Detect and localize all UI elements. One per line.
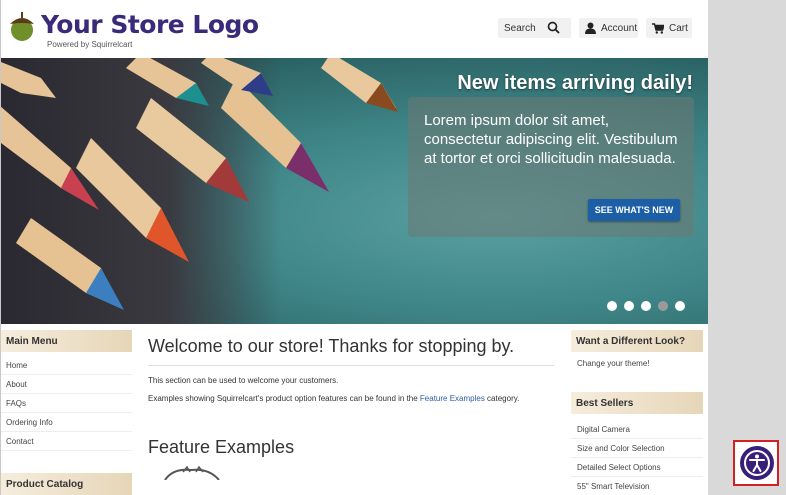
hero-slider[interactable]: New items arriving daily! Lorem ipsum do…: [1, 58, 708, 324]
product-thumbnail[interactable]: [163, 466, 223, 480]
accessibility-icon: [744, 450, 770, 476]
cart-button[interactable]: Cart: [646, 18, 692, 38]
hero-caption-box: Lorem ipsum dolor sit amet, consectetur …: [408, 97, 694, 237]
slider-dot[interactable]: [624, 301, 634, 311]
slider-dot[interactable]: [607, 301, 617, 311]
menu-item-faqs[interactable]: FAQs: [1, 394, 132, 413]
header: Your Store Logo Powered by Squirrelcart …: [1, 0, 708, 58]
welcome-text: This section can be used to welcome your…: [148, 376, 339, 385]
logo-title: Your Store Logo: [41, 10, 259, 39]
cart-icon: [652, 22, 664, 34]
feature-info-after: category.: [484, 394, 520, 403]
accessibility-widget-highlight: [733, 440, 779, 486]
colored-pencils-image: [1, 58, 398, 310]
store-logo[interactable]: Your Store Logo Powered by Squirrelcart: [7, 8, 259, 50]
search-input[interactable]: Search: [498, 18, 571, 38]
hero-title: New items arriving daily!: [457, 72, 693, 94]
search-icon[interactable]: [547, 21, 560, 34]
feature-examples-title: Feature Examples: [148, 437, 295, 457]
change-theme-link[interactable]: Change your theme!: [571, 354, 703, 372]
best-seller-item[interactable]: 55" Smart Television: [571, 477, 703, 495]
account-label: Account: [601, 22, 638, 34]
feature-info-text: Examples showing Squirrelcart's product …: [148, 394, 564, 403]
best-sellers-heading: Best Sellers: [571, 392, 703, 414]
best-seller-item[interactable]: Detailed Select Options: [571, 458, 703, 477]
slider-dot-active[interactable]: [658, 301, 668, 311]
slider-dots: [607, 301, 685, 311]
different-look-heading: Want a Different Look?: [571, 330, 703, 352]
acorn-icon: [10, 12, 34, 41]
accessibility-button[interactable]: [740, 446, 774, 480]
slider-dot[interactable]: [641, 301, 651, 311]
product-catalog-heading: Product Catalog: [1, 473, 132, 495]
menu-item-home[interactable]: Home: [1, 356, 132, 375]
cart-label: Cart: [669, 22, 688, 34]
store-page: Your Store Logo Powered by Squirrelcart …: [0, 0, 708, 495]
see-whats-new-button[interactable]: SEE WHAT'S NEW: [588, 199, 680, 221]
hero-text: Lorem ipsum dolor sit amet, consectetur …: [424, 112, 678, 167]
best-seller-item[interactable]: Digital Camera: [571, 420, 703, 439]
slider-dot[interactable]: [675, 301, 685, 311]
feature-info-before: Examples showing Squirrelcart's product …: [148, 394, 420, 403]
user-icon: [585, 22, 596, 34]
main-content: Welcome to our store! Thanks for stoppin…: [139, 330, 564, 480]
divider: [148, 365, 554, 366]
best-seller-item[interactable]: Size and Color Selection: [571, 439, 703, 458]
main-menu-heading: Main Menu: [1, 330, 132, 352]
feature-examples-link[interactable]: Feature Examples: [420, 394, 485, 403]
menu-item-about[interactable]: About: [1, 375, 132, 394]
menu-item-ordering-info[interactable]: Ordering Info: [1, 413, 132, 432]
logo-subtitle: Powered by Squirrelcart: [47, 40, 133, 49]
account-button[interactable]: Account: [579, 18, 638, 38]
search-placeholder: Search: [504, 22, 536, 34]
menu-item-contact[interactable]: Contact: [1, 432, 132, 451]
left-sidebar: Main Menu Home About FAQs Ordering Info …: [1, 330, 132, 495]
welcome-title: Welcome to our store! Thanks for stoppin…: [148, 336, 515, 356]
right-sidebar: Want a Different Look? Change your theme…: [571, 330, 703, 495]
